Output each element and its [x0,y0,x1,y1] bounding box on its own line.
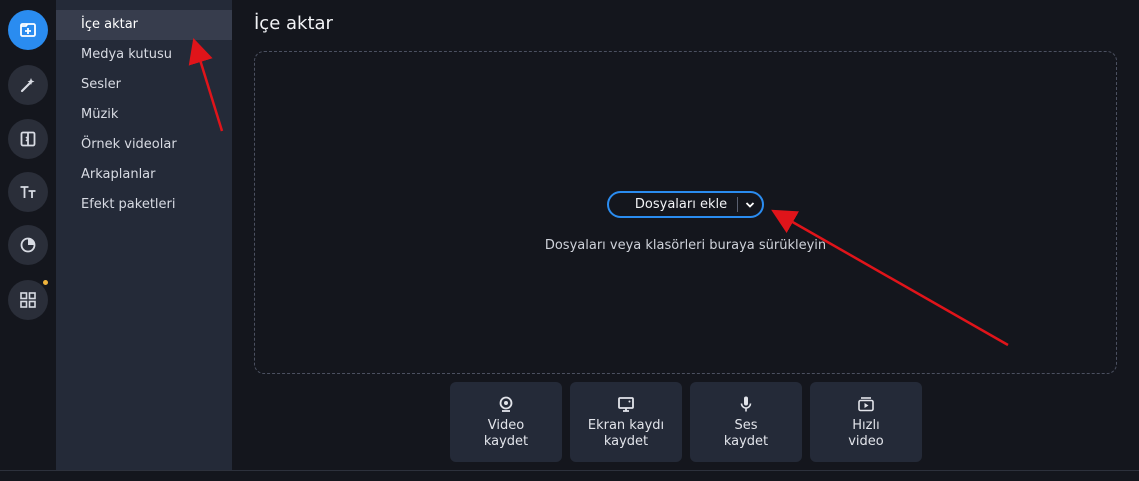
microphone-icon [740,396,752,412]
tool-rail [0,0,56,470]
add-files-button[interactable]: Dosyaları ekle [607,191,764,218]
menu-item-effect-packs[interactable]: Efekt paketleri [56,190,232,220]
timeline-edge [0,470,1139,481]
menu-item-music[interactable]: Müzik [56,100,232,130]
tile-label: Ses [734,418,758,433]
tile-label: video [848,434,884,449]
more-tools-icon [20,292,36,308]
record-audio-button[interactable]: Ses kaydet [690,382,802,462]
menu-item-import[interactable]: İçe aktar [56,10,232,40]
more-tools-button[interactable] [8,280,48,320]
magic-wand-icon [20,78,35,93]
menu-item-backgrounds[interactable]: Arkaplanlar [56,160,232,190]
add-files-dropdown[interactable] [738,201,762,209]
page-title: İçe aktar [254,13,333,34]
titles-icon [20,186,36,198]
menu-item-sample-videos[interactable]: Örnek videolar [56,130,232,160]
filters-button[interactable] [8,65,48,105]
drop-hint: Dosyaları veya klasörleri buraya sürükle… [544,238,827,253]
tile-label: kaydet [603,434,649,449]
menu-item-media-bin[interactable]: Medya kutusu [56,40,232,70]
chevron-down-icon [745,201,755,208]
category-menu: İçe aktar Medya kutusu Sesler Müzik Örne… [56,0,232,470]
record-video-button[interactable]: Video kaydet [450,382,562,462]
monitor-icon [618,397,634,412]
import-icon [20,23,36,37]
tile-label: Hızlı [852,418,880,433]
import-button[interactable] [8,10,48,50]
tile-label: kaydet [723,434,769,449]
tile-label: Ekran kaydı [587,418,665,433]
transitions-button[interactable] [8,119,48,159]
transitions-icon [20,131,36,147]
record-screen-button[interactable]: Ekran kaydı kaydet [570,382,682,462]
add-files-label: Dosyaları ekle [634,197,728,212]
stickers-icon [20,237,36,253]
titles-button[interactable] [8,172,48,212]
tile-label: Video [487,418,525,433]
stickers-button[interactable] [8,225,48,265]
notification-dot [43,280,48,285]
menu-item-sounds[interactable]: Sesler [56,70,232,100]
drop-zone[interactable]: Dosyaları ekle Dosyaları veya klasörleri… [254,51,1117,374]
webcam-icon [499,396,513,412]
quick-video-icon [858,397,874,412]
tile-label: kaydet [483,434,529,449]
quick-video-button[interactable]: Hızlı video [810,382,922,462]
